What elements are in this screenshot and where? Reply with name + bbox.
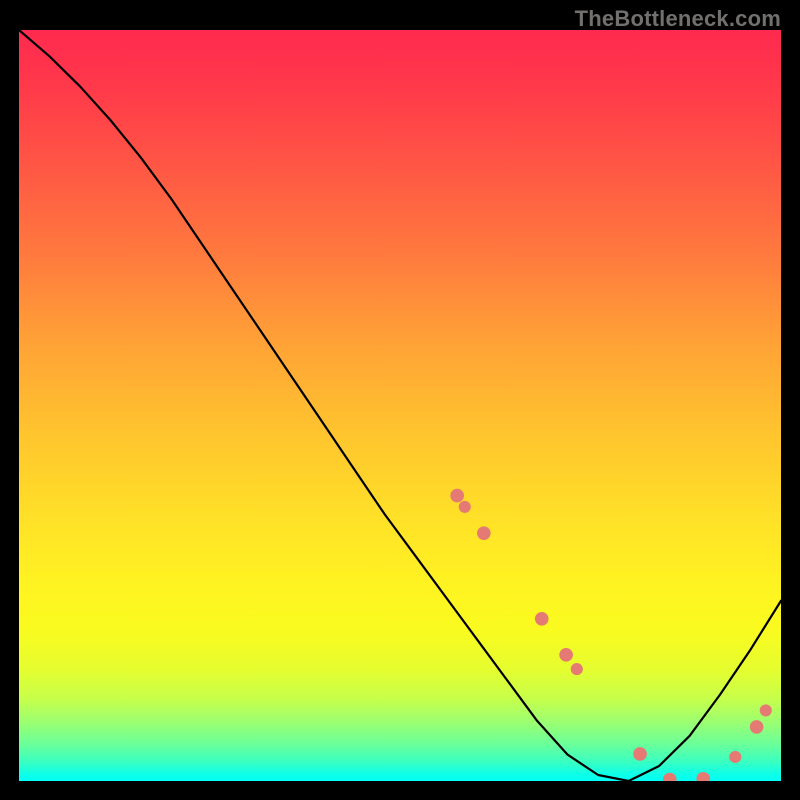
data-point — [459, 501, 471, 513]
data-point — [696, 772, 710, 781]
bottleneck-curve — [19, 30, 781, 781]
data-point — [729, 751, 741, 763]
data-point — [535, 612, 549, 626]
data-point — [450, 489, 464, 503]
data-point — [559, 648, 573, 662]
data-segment — [549, 629, 559, 644]
data-segment — [524, 593, 537, 612]
data-segment — [469, 512, 479, 526]
data-point — [571, 663, 583, 675]
data-segment — [485, 536, 500, 559]
data-segment — [712, 771, 722, 776]
data-segment — [501, 559, 526, 595]
chart-frame: TheBottleneck.com — [0, 0, 800, 800]
data-markers — [450, 489, 771, 781]
chart-svg — [19, 30, 781, 781]
data-segment — [623, 731, 631, 742]
data-segment — [598, 698, 612, 717]
data-point — [750, 720, 764, 734]
data-point — [760, 704, 772, 716]
data-point — [633, 747, 647, 761]
plot-area — [19, 30, 781, 781]
watermark-text: TheBottleneck.com — [575, 6, 781, 32]
data-point — [663, 773, 677, 781]
data-point — [477, 526, 491, 540]
